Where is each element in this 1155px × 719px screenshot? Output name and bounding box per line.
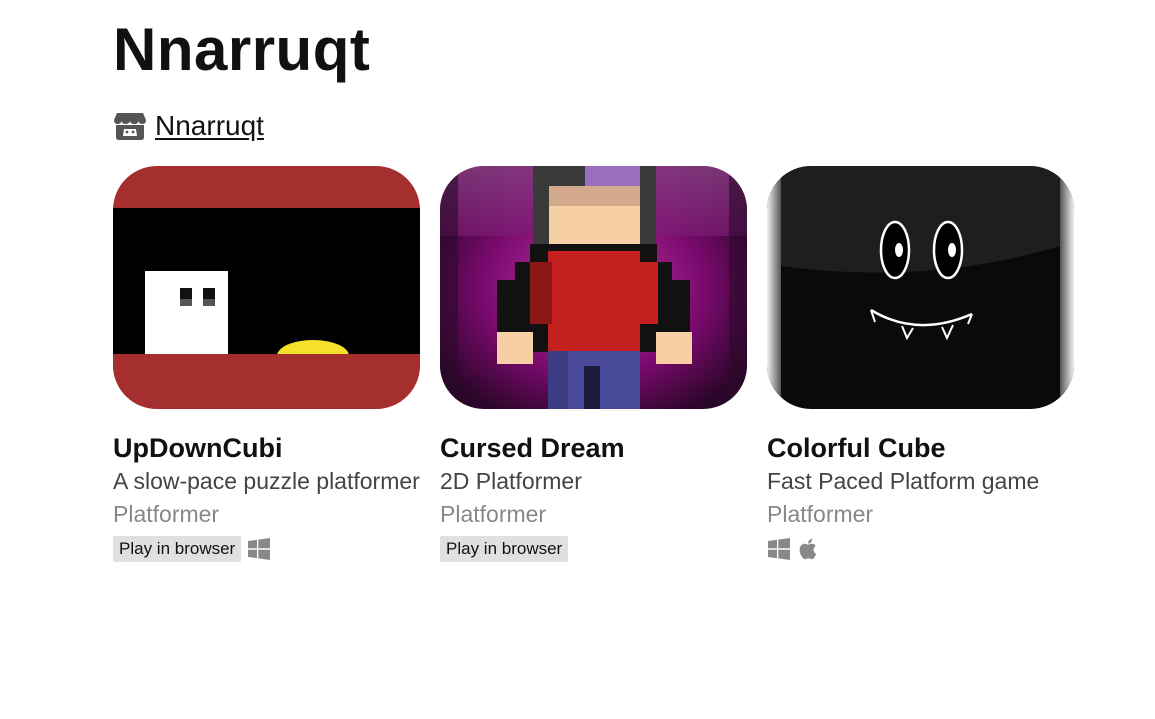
itchio-icon [113,111,147,141]
game-card: UpDownCubi A slow-pace puzzle platformer… [113,166,420,563]
game-description: Fast Paced Platform game [767,468,1040,494]
game-card: Colorful Cube Fast Paced Platform game P… [767,166,1074,563]
game-genre: Platformer [767,501,874,527]
updowncubi-cover-image [113,166,420,409]
game-description: A slow-pace puzzle platformer [113,468,420,494]
creator-row: Nnarruqt [113,108,264,144]
play-in-browser-badge: Play in browser [440,536,569,562]
colorful-cube-cover-image [767,166,1074,409]
platform-row: Play in browser [440,535,747,563]
platform-row: Play in browser [113,535,420,563]
cursed-dream-cover-image [440,166,747,409]
game-genre: Platformer [440,501,547,527]
game-thumbnail[interactable] [440,166,747,409]
game-card: Cursed Dream 2D Platformer Platformer Pl… [440,166,747,563]
game-grid: UpDownCubi A slow-pace puzzle platformer… [113,166,1074,563]
game-description: 2D Platformer [440,468,582,494]
windows-icon [247,537,271,561]
play-in-browser-badge: Play in browser [113,536,242,562]
game-thumbnail[interactable] [113,166,420,409]
page-title: Nnarruqt [113,16,371,83]
game-title[interactable]: UpDownCubi [113,431,420,465]
game-title[interactable]: Colorful Cube [767,431,1074,465]
creator-link[interactable]: Nnarruqt [155,110,264,142]
windows-icon [767,537,791,561]
apple-icon [797,537,821,561]
platform-row [767,535,1074,563]
page: Nnarruqt Nnarruqt UpDownCubi A slow-pace… [0,0,1155,719]
game-title[interactable]: Cursed Dream [440,431,747,465]
game-genre: Platformer [113,501,220,527]
game-thumbnail[interactable] [767,166,1074,409]
